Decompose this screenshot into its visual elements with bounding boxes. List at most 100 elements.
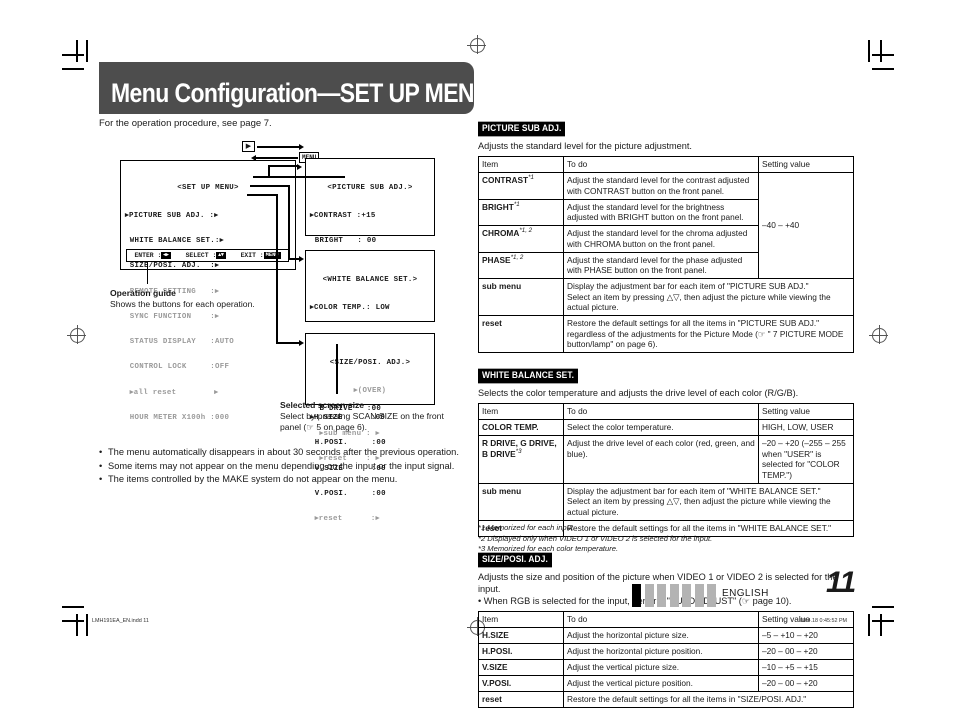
table-header-row: Item To do Setting value — [478, 610, 854, 628]
crop-mark-bl-h — [62, 606, 84, 608]
intro-text: For the operation procedure, see page 7. — [99, 118, 272, 129]
registration-mark-right — [869, 325, 888, 344]
crop-mark-bl2-h — [62, 620, 84, 622]
crop-mark-tl2-v — [86, 40, 88, 62]
select-key-icon: ▴▾ — [216, 251, 226, 259]
th-value: Setting value — [758, 156, 854, 173]
cell-todo: Display the adjustment bar for each item… — [563, 482, 854, 521]
cell-value: –20 – +20 (–255 – 255 when "USER" is sel… — [758, 435, 854, 484]
osd-size-row-4: ▸reset :▸ — [314, 515, 380, 524]
cell-value: –20 – 00 – +20 — [758, 642, 854, 660]
page-title: Menu Configuration—SET UP MENU — [111, 77, 491, 108]
osd-wb-heading: <WHITE BALANCE SET.> — [322, 275, 418, 284]
osd-setup-row-5: STATUS DISPLAY :AUTO — [129, 338, 234, 347]
language-tab — [682, 584, 691, 607]
table-size-posi-adj: Item To do Setting value H.SIZE Adjust t… — [478, 610, 854, 708]
osd-wb-row-0: ▸COLOR TEMP.: LOW — [310, 304, 390, 313]
table-row: COLOR TEMP. Select the color temperature… — [478, 419, 854, 436]
crop-mark-bl2-v — [86, 614, 88, 636]
cell-todo: Restore the default settings for all the… — [563, 315, 854, 353]
language-tab-active — [632, 584, 641, 607]
table-header-row: Item To do Setting value — [478, 156, 854, 173]
enter-key-icon: ◂▸ — [161, 251, 171, 259]
registration-mark-left — [67, 325, 86, 344]
th-item: Item — [478, 156, 564, 173]
crop-mark-tr-h — [872, 54, 894, 56]
note-item: • Some items may not appear on the menu d… — [99, 460, 455, 471]
cell-item: BRIGHT*1 — [478, 198, 564, 226]
language-tab-bar — [632, 584, 716, 607]
connector-size-arrow — [299, 339, 304, 346]
cell-todo: Adjust the standard level for the contra… — [563, 172, 759, 200]
caption-screen-size: Selected screen size Select by pressing … — [280, 400, 444, 433]
osd-setup-row-1: WHITE BALANCE SET.:▸ — [129, 237, 224, 246]
section-size-posi-adj: SIZE/POSI. ADJ. Adjusts the size and pos… — [478, 549, 854, 708]
cell-item: reset — [478, 315, 564, 353]
section-description: Adjusts the standard level for the pictu… — [478, 141, 692, 151]
cell-value: –5 – +10 – +20 — [758, 626, 854, 644]
page-number: 11 — [826, 566, 856, 599]
connector-size-v — [276, 194, 278, 343]
cell-item: V.POSI. — [478, 674, 564, 692]
th-value: Setting value — [758, 403, 854, 420]
table-picture-sub-adj: Item To do Setting value CONTRAST*1 Adju… — [478, 156, 854, 353]
language-tab — [644, 584, 654, 607]
osd-setup-row-8: HOUR METER X100h :000 — [129, 413, 230, 422]
cell-todo: Adjust the horizontal picture position. — [563, 642, 759, 660]
cell-todo: Adjust the drive level of each color (re… — [563, 435, 759, 484]
connector-wb-h — [250, 185, 290, 188]
connector-wb-arrow — [299, 255, 304, 262]
osd-pic-row-0: ▸CONTRAST :+15 — [310, 212, 376, 221]
cell-item: CHROMA*1, 2 — [478, 225, 564, 253]
section-tag: PICTURE SUB ADJ. — [478, 121, 566, 136]
th-todo: To do — [563, 403, 759, 420]
table-row: H.SIZE Adjust the horizontal picture siz… — [478, 626, 854, 644]
footnote-item: *2 Displayed only when VIDEO 1 or VIDEO … — [478, 533, 713, 543]
osd-setup-row-6: CONTROL LOCK :OFF — [129, 363, 230, 372]
registration-mark-top — [467, 35, 486, 54]
cell-item: CONTRAST*1 — [478, 172, 564, 200]
caption-screen-size-line1: Select by pressing SCAN SIZE on the fron… — [280, 411, 444, 421]
table-row: CONTRAST*1 Adjust the standard level for… — [478, 172, 854, 279]
guide-enter: ENTER : ◂▸ — [134, 251, 171, 260]
crop-mark-tl-h — [62, 54, 84, 56]
connector-pic-v — [268, 166, 270, 177]
th-item: Item — [478, 610, 564, 628]
play-button-icon: ▶ — [242, 141, 255, 152]
crop-mark-br-h — [872, 606, 894, 608]
osd-size-heading: <SIZE/POSI. ADJ.> — [329, 358, 411, 367]
caption-screen-size-title: Selected screen size — [280, 400, 365, 410]
arrow-line-menu-left — [256, 157, 298, 159]
connector-wb-v — [288, 185, 291, 259]
cell-item: sub menu — [478, 482, 564, 521]
th-item: Item — [478, 403, 564, 420]
crop-mark-tr2-v — [868, 40, 870, 62]
table-header-row: Item To do Setting value — [478, 403, 854, 420]
caption-operation-guide: Operation guide Shows the buttons for ea… — [110, 288, 255, 310]
language-tab — [657, 584, 666, 607]
crop-mark-tr2-h — [872, 68, 894, 70]
osd-white-balance-set: <WHITE BALANCE SET.> ▸COLOR TEMP.: LOW R… — [305, 250, 435, 463]
crop-mark-bl-v — [76, 614, 78, 636]
cell-value: –40 – +40 — [758, 172, 854, 279]
table-row: reset Restore the default settings for a… — [478, 315, 854, 353]
language-tab — [694, 584, 704, 607]
callout-line-operation-guide — [147, 262, 148, 284]
connector-pic-up — [268, 165, 299, 167]
cell-todo: Display the adjustment bar for each item… — [563, 278, 854, 316]
arrow-head-play-right — [299, 143, 304, 150]
crop-mark-tl2-h — [62, 68, 84, 70]
caption-operation-guide-text: Shows the buttons for each operation. — [110, 299, 255, 309]
language-tab — [669, 584, 679, 607]
cell-todo: Adjust the horizontal picture size. — [563, 626, 759, 644]
guide-exit: EXIT : MENU — [240, 251, 281, 260]
cell-todo: Adjust the standard level for the chroma… — [563, 225, 759, 253]
table-row: reset Restore the default settings for a… — [478, 690, 854, 708]
print-timestamp: 08.4.18 0:45:52 PM — [800, 618, 848, 624]
cell-todo: Adjust the standard level for the phase … — [563, 251, 759, 279]
cell-item: COLOR TEMP. — [478, 419, 564, 436]
section-white-balance-set: WHITE BALANCE SET. Selects the color tem… — [478, 365, 854, 537]
language-tab — [707, 584, 716, 607]
osd-pic-heading: <PICTURE SUB ADJ.> — [327, 183, 413, 192]
section-picture-sub-adj: PICTURE SUB ADJ. Adjusts the standard le… — [478, 118, 854, 353]
